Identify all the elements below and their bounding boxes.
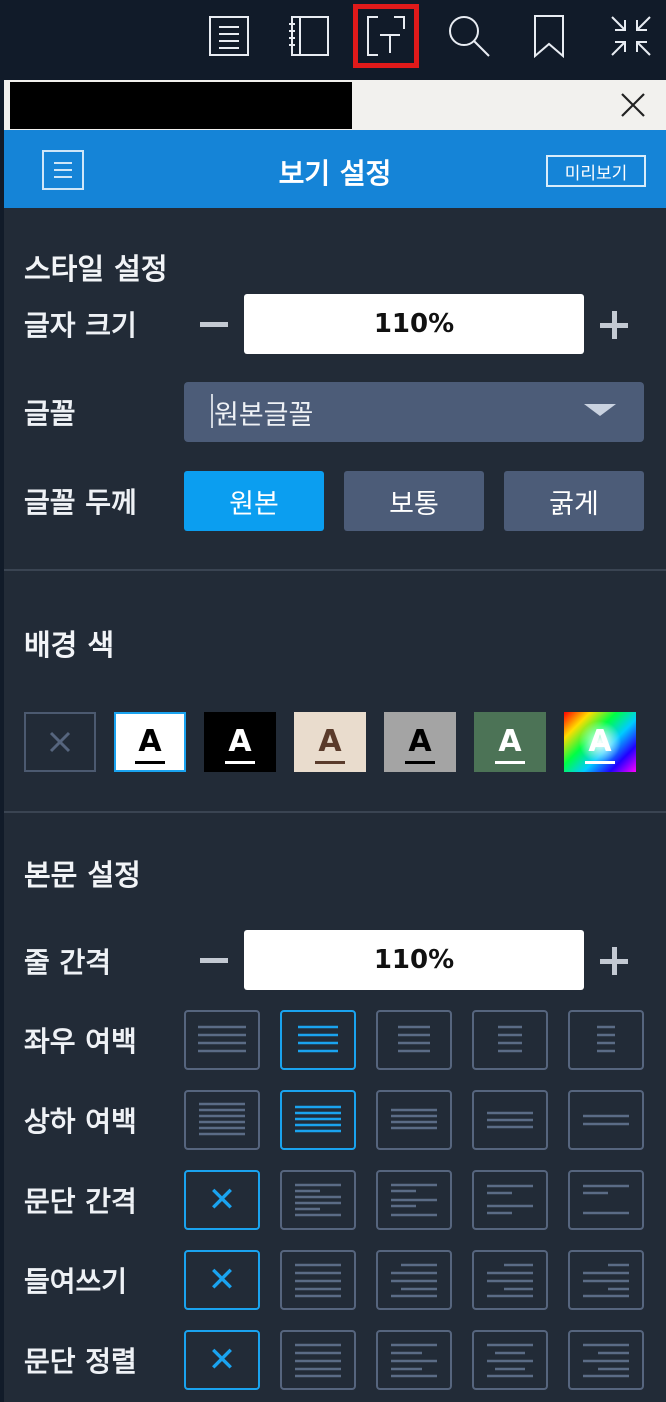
swatch-black[interactable]: A xyxy=(204,712,276,772)
background-section-title: 배경 색 xyxy=(24,628,115,662)
paragraph-spacing-option-2[interactable] xyxy=(376,1170,452,1230)
lr-margin-label: 좌우 여백 xyxy=(24,1025,137,1058)
text-cursor xyxy=(211,394,213,428)
weight-original-button[interactable]: 원본 xyxy=(184,471,324,531)
swatch-letter: A xyxy=(495,724,525,764)
font-size-decrease-button[interactable] xyxy=(200,322,228,327)
align-right-option[interactable] xyxy=(568,1330,644,1390)
swatch-letter: A xyxy=(315,724,345,764)
list-icon[interactable] xyxy=(196,4,262,68)
indent-option-3[interactable] xyxy=(472,1250,548,1310)
weight-bold-button[interactable]: 굵게 xyxy=(504,471,644,531)
none-icon: ✕ xyxy=(207,1340,237,1380)
swatch-none[interactable] xyxy=(24,712,96,772)
bookmark-icon[interactable] xyxy=(516,4,582,68)
chevron-down-icon xyxy=(584,404,616,416)
font-label: 글꼴 xyxy=(24,397,76,430)
tb-margin-option-3[interactable] xyxy=(376,1090,452,1150)
collapse-icon[interactable] xyxy=(598,4,664,68)
tb-margin-label: 상하 여백 xyxy=(24,1105,137,1138)
alignment-label: 문단 정렬 xyxy=(24,1345,137,1378)
paragraph-spacing-none[interactable]: ✕ xyxy=(184,1170,260,1230)
indent-option-2[interactable] xyxy=(376,1250,452,1310)
redacted-area xyxy=(10,82,352,129)
tb-margin-option-5[interactable] xyxy=(568,1090,644,1150)
lr-margin-option-3[interactable] xyxy=(376,1010,452,1070)
indent-none[interactable]: ✕ xyxy=(184,1250,260,1310)
tb-margin-option-2[interactable] xyxy=(280,1090,356,1150)
tb-margin-option-4[interactable] xyxy=(472,1090,548,1150)
align-justify-option[interactable] xyxy=(280,1330,356,1390)
line-spacing-value: 110% xyxy=(244,930,584,990)
indent-option-1[interactable] xyxy=(280,1250,356,1310)
line-spacing-label: 줄 간격 xyxy=(24,946,112,979)
preview-button[interactable]: 미리보기 xyxy=(546,155,646,187)
font-weight-label: 글꼴 두께 xyxy=(24,486,137,519)
align-left-option[interactable] xyxy=(376,1330,452,1390)
notebook-icon[interactable] xyxy=(276,4,342,68)
indent-label: 들여쓰기 xyxy=(24,1265,128,1298)
none-icon: ✕ xyxy=(207,1180,237,1220)
divider xyxy=(4,811,666,813)
swatch-letter: A xyxy=(405,724,435,764)
lr-margin-option-2[interactable] xyxy=(280,1010,356,1070)
font-size-label: 글자 크기 xyxy=(24,309,137,342)
body-section-title: 본문 설정 xyxy=(24,858,141,892)
swatch-custom[interactable]: A xyxy=(564,712,636,772)
style-section-title: 스타일 설정 xyxy=(24,252,168,286)
paragraph-spacing-option-4[interactable] xyxy=(568,1170,644,1230)
font-size-increase-button[interactable] xyxy=(600,311,628,339)
paragraph-spacing-label: 문단 간격 xyxy=(24,1185,137,1218)
popup-header xyxy=(4,80,666,130)
alignment-none[interactable]: ✕ xyxy=(184,1330,260,1390)
view-settings-panel: 보기 설정 미리보기 스타일 설정 글자 크기 110% 글꼴 원본글꼴 글꼴 … xyxy=(4,80,666,1402)
lr-margin-option-1[interactable] xyxy=(184,1010,260,1070)
swatch-green[interactable]: A xyxy=(474,712,546,772)
lr-margin-option-4[interactable] xyxy=(472,1010,548,1070)
align-center-option[interactable] xyxy=(472,1330,548,1390)
font-select-value: 원본글꼴 xyxy=(214,399,314,431)
swatch-white[interactable]: A xyxy=(114,712,186,772)
swatch-beige[interactable]: A xyxy=(294,712,366,772)
font-size-value: 110% xyxy=(244,294,584,354)
paragraph-spacing-option-3[interactable] xyxy=(472,1170,548,1230)
none-icon: ✕ xyxy=(207,1260,237,1300)
search-icon[interactable] xyxy=(436,4,502,68)
text-settings-icon[interactable] xyxy=(353,4,419,68)
line-spacing-increase-button[interactable] xyxy=(600,947,628,975)
font-select[interactable]: 원본글꼴 xyxy=(184,382,644,442)
panel-title-bar: 보기 설정 미리보기 xyxy=(4,130,666,208)
swatch-letter: A xyxy=(225,724,255,764)
lr-margin-option-5[interactable] xyxy=(568,1010,644,1070)
top-toolbar xyxy=(0,0,666,72)
line-spacing-decrease-button[interactable] xyxy=(200,958,228,963)
indent-option-4[interactable] xyxy=(568,1250,644,1310)
swatch-gray[interactable]: A xyxy=(384,712,456,772)
swatch-letter: A xyxy=(585,724,615,764)
swatch-letter: A xyxy=(135,724,165,764)
weight-normal-button[interactable]: 보통 xyxy=(344,471,484,531)
tb-margin-option-1[interactable] xyxy=(184,1090,260,1150)
close-icon[interactable] xyxy=(618,90,648,120)
divider xyxy=(4,569,666,571)
paragraph-spacing-option-1[interactable] xyxy=(280,1170,356,1230)
